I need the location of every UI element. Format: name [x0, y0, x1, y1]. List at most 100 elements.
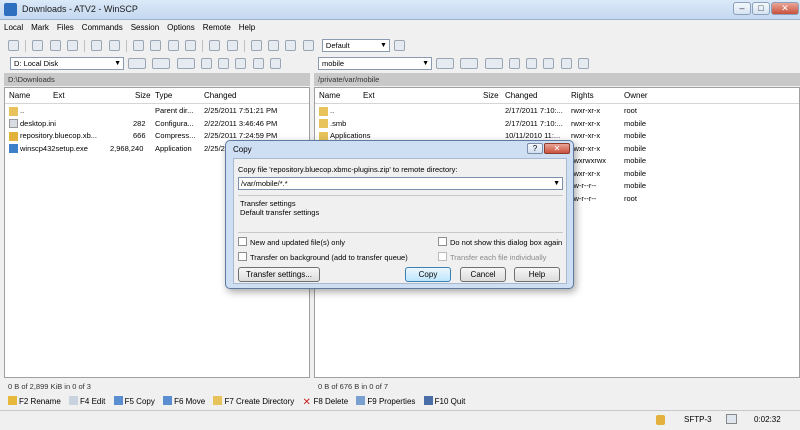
- session-icon[interactable]: [150, 40, 162, 51]
- terminal-icon[interactable]: [133, 40, 145, 51]
- file-row[interactable]: desktop.ini 282 Configura... 2/22/2011 3…: [5, 117, 309, 130]
- help-title-button[interactable]: ?: [527, 143, 543, 154]
- col-changed[interactable]: Changed: [505, 91, 537, 100]
- copy-command[interactable]: F5 Copy: [113, 393, 155, 406]
- putty-icon[interactable]: [167, 40, 179, 51]
- delete-command[interactable]: ✕ F8 Delete: [302, 394, 348, 408]
- menu-mark[interactable]: Mark: [27, 20, 53, 35]
- menu-options[interactable]: Options: [163, 20, 199, 35]
- col-owner[interactable]: Owner: [624, 91, 648, 100]
- checkbox-label: New and updated file(s) only: [250, 238, 346, 247]
- transfer-settings-button[interactable]: Transfer settings...: [238, 267, 320, 282]
- col-changed[interactable]: Changed: [204, 91, 236, 100]
- menu-local[interactable]: Local: [0, 20, 27, 35]
- transfer-preferences-icon[interactable]: [394, 40, 406, 51]
- synchronize-icon[interactable]: [91, 40, 103, 51]
- refresh-icon[interactable]: [269, 58, 281, 69]
- checkbox[interactable]: [238, 237, 247, 246]
- col-type[interactable]: Type: [155, 91, 172, 100]
- quit-command[interactable]: F10 Quit: [423, 393, 465, 406]
- edit-command[interactable]: F4 Edit: [69, 393, 105, 406]
- filter-icon[interactable]: [184, 40, 196, 51]
- cancel-button[interactable]: Cancel: [460, 267, 506, 282]
- forward-icon[interactable]: [176, 58, 195, 69]
- folder-icon: [319, 119, 328, 129]
- clear-selection-icon[interactable]: [302, 40, 314, 51]
- each-file-checkbox: Transfer each file individually: [438, 252, 546, 262]
- bookmarks-icon[interactable]: [252, 58, 264, 69]
- properties-command[interactable]: F9 Properties: [356, 393, 415, 406]
- checkbox[interactable]: [438, 237, 447, 246]
- toolbar-separator: [84, 40, 86, 52]
- help-button[interactable]: Help: [514, 267, 560, 282]
- root-dir-icon[interactable]: [218, 58, 230, 69]
- forward-icon[interactable]: [484, 58, 503, 69]
- back-icon[interactable]: [460, 58, 479, 69]
- target-directory-input[interactable]: /var/mobile/*.* ▼: [238, 177, 563, 190]
- home-icon[interactable]: [543, 58, 555, 69]
- refresh-icon[interactable]: [577, 58, 589, 69]
- background-transfer-checkbox[interactable]: Transfer on background (add to transfer …: [238, 252, 408, 262]
- menu-files[interactable]: Files: [53, 20, 78, 35]
- col-ext[interactable]: Ext: [53, 91, 65, 100]
- parent-folder-icon: [319, 106, 328, 116]
- menu-help[interactable]: Help: [235, 20, 259, 35]
- col-rights[interactable]: Rights: [571, 91, 594, 100]
- file-type: Application: [155, 143, 192, 153]
- queue-icon[interactable]: [66, 40, 78, 51]
- file-changed: 2/25/2: [204, 143, 225, 153]
- copy-button[interactable]: Copy: [405, 267, 451, 282]
- sync-browse-icon[interactable]: [49, 40, 61, 51]
- col-size[interactable]: Size: [135, 91, 151, 100]
- transfer-settings-combo[interactable]: Default ▼: [321, 39, 390, 52]
- parent-dir-icon[interactable]: [508, 58, 520, 69]
- parent-dir-icon[interactable]: [200, 58, 212, 69]
- checkbox-label: Transfer on background (add to transfer …: [250, 253, 408, 262]
- minimize-button[interactable]: –: [733, 2, 751, 15]
- create-directory-command[interactable]: F7 Create Directory: [213, 393, 294, 406]
- filter-icon[interactable]: [128, 58, 147, 69]
- select-all-icon[interactable]: [209, 40, 221, 51]
- command-label: F6 Move: [174, 397, 206, 406]
- preferences-icon[interactable]: [8, 40, 19, 51]
- close-button[interactable]: ✕: [771, 2, 799, 15]
- file-row[interactable]: .. 2/17/2011 7:10:... rwxr-xr-x root: [315, 104, 799, 117]
- dialog-close-button[interactable]: ✕: [544, 143, 570, 154]
- col-size[interactable]: Size: [483, 91, 499, 100]
- back-icon[interactable]: [152, 58, 171, 69]
- right-toolbar: mobile ▼: [314, 55, 800, 73]
- root-dir-icon[interactable]: [526, 58, 538, 69]
- checkbox[interactable]: [238, 252, 247, 261]
- file-row[interactable]: .smb 2/17/2011 7:10:... rwxr-xr-x mobile: [315, 117, 799, 130]
- do-not-show-checkbox[interactable]: Do not show this dialog box again: [438, 237, 562, 247]
- copy-prompt: Copy file 'repository.bluecop.xbmc-plugi…: [238, 165, 458, 174]
- home-icon[interactable]: [235, 58, 247, 69]
- col-ext[interactable]: Ext: [363, 91, 375, 100]
- command-label: F9 Properties: [367, 397, 416, 406]
- move-command[interactable]: F6 Move: [163, 393, 205, 406]
- deselect-icon[interactable]: [226, 40, 238, 51]
- new-updated-checkbox[interactable]: New and updated file(s) only: [238, 237, 345, 247]
- rename-command[interactable]: F2 Rename: [8, 393, 61, 406]
- invert-selection-icon[interactable]: [250, 40, 262, 51]
- left-drive-select[interactable]: D: Local Disk ▼: [10, 57, 124, 70]
- refresh-icon[interactable]: [108, 40, 120, 51]
- menu-remote[interactable]: Remote: [199, 20, 235, 35]
- toolbar-separator: [25, 40, 27, 52]
- lock-icon: [656, 415, 665, 425]
- quit-icon: [423, 396, 433, 405]
- compare-icon[interactable]: [32, 40, 44, 51]
- menu-session[interactable]: Session: [127, 20, 163, 35]
- menu-commands[interactable]: Commands: [78, 20, 127, 35]
- col-name[interactable]: Name: [319, 91, 340, 100]
- right-dir-select[interactable]: mobile ▼: [318, 57, 432, 70]
- unselect-files-icon[interactable]: [285, 40, 297, 51]
- checkbox-label: Do not show this dialog box again: [450, 238, 563, 247]
- file-row[interactable]: .. Parent dir... 2/25/2011 7:51:21 PM: [5, 104, 309, 117]
- bookmarks-icon[interactable]: [560, 58, 572, 69]
- select-files-icon[interactable]: [268, 40, 280, 51]
- filter-icon[interactable]: [436, 58, 455, 69]
- left-status: 0 B of 2,899 KiB in 0 of 3: [8, 382, 91, 391]
- maximize-button[interactable]: □: [752, 2, 770, 15]
- col-name[interactable]: Name: [9, 91, 30, 100]
